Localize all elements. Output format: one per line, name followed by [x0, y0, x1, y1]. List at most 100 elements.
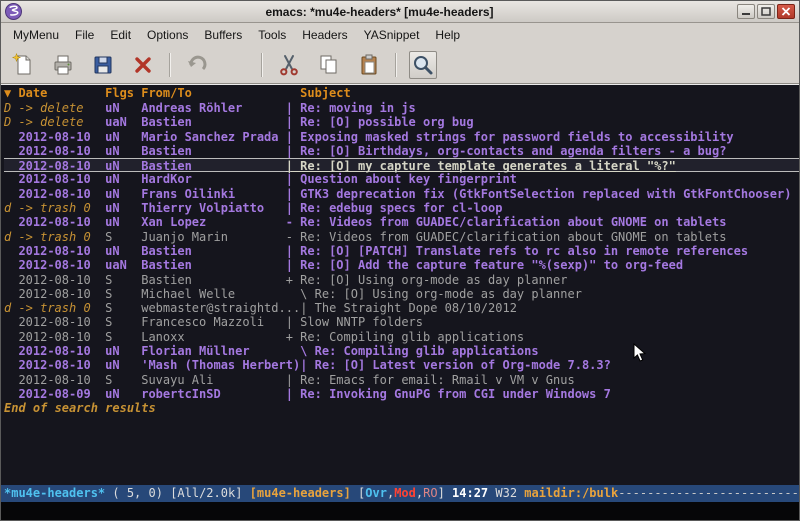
- sort-indicator: ▼: [4, 85, 18, 101]
- message-date: -> trash 0: [18, 301, 105, 315]
- message-row[interactable]: d-> trash 0uNThierry Volpiatto| Re: edeb…: [4, 201, 799, 215]
- message-row[interactable]: 2012-08-10uN'Mash (Thomas Herbert)| Re: …: [4, 358, 799, 372]
- modeline-segment: [All/2.0k]: [170, 486, 249, 500]
- message-flags: uN: [105, 101, 141, 115]
- message-row[interactable]: 2012-08-09uNrobertcInSD| Re: Invoking Gn…: [4, 387, 799, 401]
- message-date: -> trash 0: [18, 230, 105, 244]
- message-row[interactable]: 2012-08-10uNFrans Oilinki| GTK3 deprecat…: [4, 187, 799, 201]
- message-subject: | Re: [O] possible org bug: [286, 115, 474, 129]
- message-flags: S: [105, 315, 141, 329]
- message-date: 2012-08-10: [18, 187, 105, 201]
- menu-item-help[interactable]: Help: [427, 25, 468, 45]
- message-subject: + Re: Compiling glib applications: [286, 330, 524, 344]
- menu-item-headers[interactable]: Headers: [294, 25, 355, 45]
- message-row[interactable]: 2012-08-10uaNBastien| Re: [O] Add the ca…: [4, 258, 799, 272]
- menu-item-edit[interactable]: Edit: [102, 25, 139, 45]
- maximize-button[interactable]: [757, 4, 775, 19]
- message-row[interactable]: D-> deleteuNAndreas Röhler| Re: moving i…: [4, 101, 799, 115]
- column-header-date[interactable]: Date: [18, 85, 105, 101]
- message-from: Lanoxx: [141, 330, 285, 344]
- message-from: Juanjo Marin: [141, 230, 285, 244]
- column-header-subject[interactable]: Subject: [286, 85, 351, 101]
- message-date: 2012-08-10: [18, 172, 105, 186]
- buffer-area[interactable]: ▼DateFlgsFrom/ToSubject D-> deleteuNAndr…: [1, 84, 799, 485]
- message-subject: | Re: [O] Latest version of Org-mode 7.8…: [300, 358, 611, 372]
- menu-item-mymenu[interactable]: MyMenu: [5, 25, 67, 45]
- message-flags: uN: [105, 187, 141, 201]
- menu-item-yasnippet[interactable]: YASnippet: [356, 25, 428, 45]
- message-date: 2012-08-09: [18, 387, 105, 401]
- message-flags: uN: [105, 159, 141, 173]
- undo-button[interactable]: [183, 51, 211, 79]
- message-row[interactable]: d-> trash 0SJuanjo Marin- Re: Videos fro…: [4, 230, 799, 244]
- message-from: Mario Sanchez Prada: [141, 130, 285, 144]
- message-row[interactable]: 2012-08-10uNXan Lopez- Re: Videos from G…: [4, 215, 799, 229]
- minimize-button[interactable]: [737, 4, 755, 19]
- message-row[interactable]: 2012-08-10SMichael Welle \ Re: [O] Using…: [4, 287, 799, 301]
- toolbar: [1, 47, 799, 84]
- toolbar-separator: [169, 53, 171, 77]
- menu-item-tools[interactable]: Tools: [250, 25, 294, 45]
- message-date: 2012-08-10: [18, 215, 105, 229]
- message-flags: S: [105, 373, 141, 387]
- copy-button[interactable]: [315, 51, 343, 79]
- save-button[interactable]: [89, 51, 117, 79]
- message-row[interactable]: 2012-08-10SLanoxx+ Re: Compiling glib ap…: [4, 330, 799, 344]
- modeline-segment: [: [351, 486, 365, 500]
- message-from: Bastien: [141, 159, 285, 173]
- save-icon: [91, 53, 115, 77]
- message-from: Xan Lopez: [141, 215, 285, 229]
- message-row[interactable]: D-> deleteuaNBastien| Re: [O] possible o…: [4, 115, 799, 129]
- new-file-icon: [11, 53, 35, 77]
- message-row[interactable]: 2012-08-10SFrancesco Mazzoli| Slow NNTP …: [4, 315, 799, 329]
- message-row[interactable]: 2012-08-10uNMario Sanchez Prada| Exposin…: [4, 130, 799, 144]
- menu-item-options[interactable]: Options: [139, 25, 196, 45]
- message-row[interactable]: d-> trash 0Swebmaster@straightd...| The …: [4, 301, 799, 315]
- message-row[interactable]: 2012-08-10uNBastien| Re: [O] Birthdays, …: [4, 144, 799, 158]
- message-flags: S: [105, 330, 141, 344]
- new-file-button[interactable]: [9, 51, 37, 79]
- message-row[interactable]: 2012-08-10uNFlorian Müllner \ Re: Compil…: [4, 344, 799, 358]
- message-flags: uN: [105, 144, 141, 158]
- message-date: 2012-08-10: [18, 330, 105, 344]
- message-subject: | Re: moving in js: [286, 101, 416, 115]
- message-subject: | Re: [O] my capture template generates …: [286, 159, 676, 173]
- message-flags: S: [105, 287, 141, 301]
- menu-item-file[interactable]: File: [67, 25, 102, 45]
- message-from: robertcInSD: [141, 387, 285, 401]
- message-subject: | Re: [O] Birthdays, org-contacts and ag…: [286, 144, 727, 158]
- message-subject: - Re: Videos from GUADEC/clarification a…: [286, 230, 727, 244]
- message-flags: uN: [105, 130, 141, 144]
- message-mark: D: [4, 101, 18, 115]
- message-subject: \ Re: Compiling glib applications: [286, 344, 539, 358]
- paste-button[interactable]: [355, 51, 383, 79]
- message-subject: | Re: [O] Add the capture feature "%(sex…: [286, 258, 683, 272]
- message-date: 2012-08-10: [18, 358, 105, 372]
- close-button[interactable]: [777, 4, 795, 19]
- minimize-icon: [741, 7, 751, 16]
- cut-button[interactable]: [275, 51, 303, 79]
- message-row[interactable]: 2012-08-10SBastien+ Re: [O] Using org-mo…: [4, 273, 799, 287]
- menu-item-buffers[interactable]: Buffers: [196, 25, 250, 45]
- close-buffer-button[interactable]: [129, 51, 157, 79]
- message-date: 2012-08-10: [18, 159, 105, 173]
- emacs-app-icon[interactable]: [5, 3, 22, 20]
- search-button[interactable]: [409, 51, 437, 79]
- message-flags: uaN: [105, 115, 141, 129]
- print-button[interactable]: [49, 51, 77, 79]
- message-subject: | Question about key fingerprint: [286, 172, 517, 186]
- message-flags: uN: [105, 244, 141, 258]
- message-from: Thierry Volpiatto: [141, 201, 285, 215]
- column-header-from[interactable]: From/To: [141, 85, 285, 101]
- minibuffer[interactable]: [1, 502, 799, 520]
- message-date: -> delete: [18, 101, 105, 115]
- column-header-flags[interactable]: Flgs: [105, 85, 141, 101]
- message-flags: uN: [105, 201, 141, 215]
- message-row[interactable]: 2012-08-10uNBastien| Re: [O] my capture …: [4, 158, 799, 172]
- message-row[interactable]: 2012-08-10uNHardKor| Question about key …: [4, 172, 799, 186]
- message-row[interactable]: 2012-08-10SSuvayu Ali| Re: Emacs for ema…: [4, 373, 799, 387]
- message-subject: | Re: Emacs for email: Rmail v VM v Gnus: [286, 373, 575, 387]
- message-row[interactable]: 2012-08-10uNBastien| Re: [O] [PATCH] Tra…: [4, 244, 799, 258]
- maximize-icon: [761, 7, 771, 16]
- message-from: Bastien: [141, 273, 285, 287]
